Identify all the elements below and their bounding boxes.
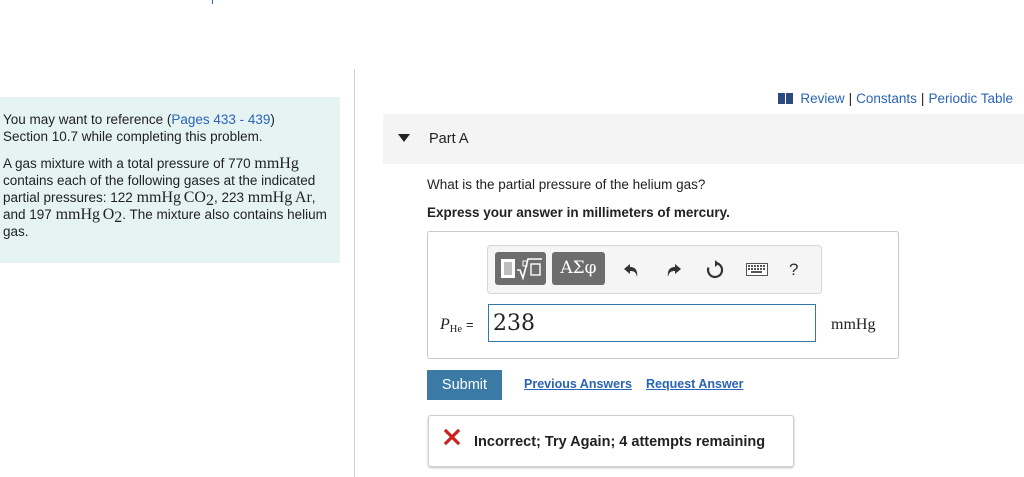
math-toolbar: ΑΣφ ? <box>487 245 822 294</box>
part-title: Part A <box>429 131 469 147</box>
resource-links: Review | Constants | Periodic Table <box>778 91 1013 106</box>
periodic-table-link[interactable]: Periodic Table <box>928 91 1013 106</box>
feedback-box: Incorrect; Try Again; 4 attempts remaini… <box>428 415 794 467</box>
pages-link[interactable]: Pages 433 - 439 <box>171 112 270 127</box>
request-answer-link[interactable]: Request Answer <box>646 377 743 391</box>
constants-link[interactable]: Constants <box>856 91 917 106</box>
keyboard-icon[interactable] <box>746 263 768 276</box>
section-text: Section 10.7 while completing this probl… <box>3 129 263 144</box>
unit-label: mmHg <box>831 316 876 333</box>
templates-icon <box>501 258 542 281</box>
redo-icon[interactable] <box>664 261 682 278</box>
problem-statement: A gas mixture with a total pressure of 7… <box>3 155 327 239</box>
part-a-header[interactable]: Part A <box>383 114 1024 164</box>
question-text: What is the partial pressure of the heli… <box>427 177 706 192</box>
previous-answers-link[interactable]: Previous Answers <box>524 377 632 391</box>
templates-button[interactable] <box>495 252 546 285</box>
answer-box: ΑΣφ ? PHe= mmHg <box>427 231 899 359</box>
undo-icon[interactable] <box>623 261 641 278</box>
book-icon <box>778 93 794 104</box>
review-link[interactable]: Review <box>800 91 844 106</box>
help-icon[interactable]: ? <box>789 260 798 280</box>
submit-button[interactable]: Submit <box>427 370 502 400</box>
variable-label: PHe = <box>440 316 474 335</box>
reference-panel: You may want to reference (Pages 433 - 4… <box>0 97 340 263</box>
link-separator: | <box>920 91 925 106</box>
incorrect-x-icon <box>444 429 460 445</box>
collapse-caret-icon[interactable] <box>398 134 410 142</box>
instruction-text: Express your answer in millimeters of me… <box>427 205 730 220</box>
link-separator: | <box>848 91 853 106</box>
reset-icon[interactable] <box>705 260 725 280</box>
reference-text: You may want to reference (Pages 433 - 4… <box>3 111 333 240</box>
answer-input[interactable] <box>488 304 816 342</box>
panel-divider <box>354 69 355 477</box>
feedback-message: Incorrect; Try Again; 4 attempts remaini… <box>474 434 766 450</box>
top-link-fragment <box>212 0 213 4</box>
greek-symbols-button[interactable]: ΑΣφ <box>552 252 605 285</box>
reference-line: You may want to reference (Pages 433 - 4… <box>3 112 275 144</box>
